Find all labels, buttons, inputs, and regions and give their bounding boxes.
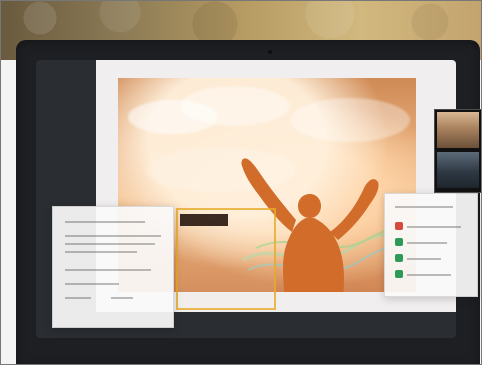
text-line [65,235,161,237]
text-line [407,242,447,244]
status-chip [395,238,403,246]
laptop-camera-icon [268,50,272,54]
text-line [65,243,155,245]
sticky-note-header [180,214,228,226]
text-line [111,297,133,299]
status-chip [395,222,403,230]
text-line [407,258,441,260]
status-chip [395,254,403,262]
text-line [395,206,453,208]
text-line [65,283,119,285]
text-line [65,221,145,223]
participant-video [437,112,479,148]
photo [0,0,482,365]
video-call-thumbnails[interactable] [434,109,482,193]
participant-video [437,152,479,188]
right-panel[interactable] [384,193,478,297]
text-line [407,226,461,228]
text-line [65,297,91,299]
text-line [65,269,151,271]
cloud [180,86,290,126]
left-dialog[interactable] [52,206,174,328]
text-line [65,251,137,253]
status-chip [395,270,403,278]
text-line [407,274,451,276]
